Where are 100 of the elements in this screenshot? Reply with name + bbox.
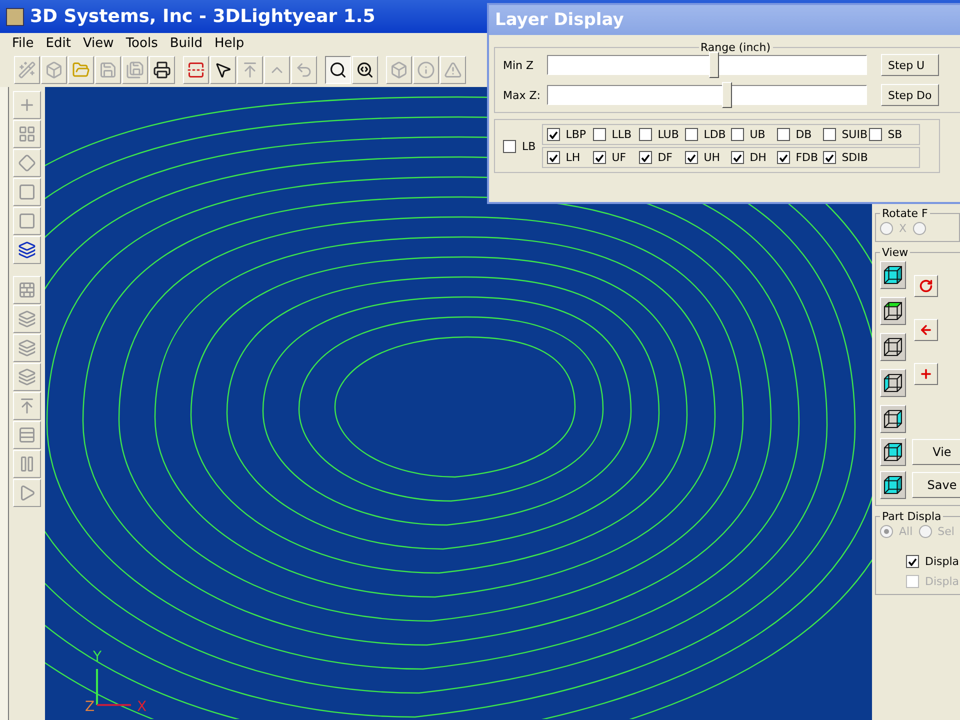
checkbox[interactable] [546, 151, 560, 164]
checkbox[interactable] [638, 151, 652, 164]
plus-icon [18, 96, 36, 114]
checkbox[interactable] [546, 128, 560, 141]
checkmark-icon [732, 154, 742, 162]
rows-icon [18, 426, 36, 444]
checkmark-icon [548, 130, 558, 138]
zoom-icon [329, 61, 347, 79]
layers-icon [18, 339, 36, 357]
checkbox[interactable] [822, 151, 836, 164]
view-button[interactable] [880, 369, 906, 397]
menu-item[interactable]: File [6, 36, 40, 50]
checkbox-label: FDB [796, 151, 818, 164]
checkbox[interactable] [638, 128, 652, 141]
group-label: Range (inch) [700, 41, 772, 54]
axis-drawing [96, 669, 131, 706]
checkbox[interactable] [730, 151, 744, 164]
wand-icon [18, 61, 36, 79]
cube-icon [884, 443, 902, 461]
flip-icon [187, 61, 205, 79]
menu-item[interactable]: Help [208, 36, 250, 50]
left-arrow-icon [919, 323, 933, 337]
checkbox[interactable] [592, 128, 606, 141]
slider-track[interactable] [547, 55, 867, 75]
checkbox-label: LH [566, 151, 580, 164]
radio-button[interactable] [912, 222, 926, 235]
slider-label: Max Z: [503, 88, 541, 102]
grid-icon [18, 125, 36, 143]
menu-item[interactable]: View [76, 36, 120, 50]
up-arrow-icon [241, 61, 259, 79]
radio-button[interactable] [880, 525, 893, 538]
cube-icon [884, 266, 902, 284]
checkbox-label: DB [796, 128, 812, 141]
checkbox[interactable] [684, 128, 698, 141]
checkbox-label: SUIB [842, 128, 868, 141]
toolbar-button[interactable] [325, 56, 351, 84]
slider-label: Min Z [503, 58, 535, 72]
group-label: View [881, 246, 910, 259]
checkmark-icon [686, 154, 696, 162]
menu-item[interactable]: Build [164, 36, 208, 50]
checkmark-icon [824, 154, 834, 162]
checkbox[interactable] [776, 151, 790, 164]
checkbox-label: DH [750, 151, 766, 164]
step-button[interactable]: Step U [881, 54, 939, 76]
layers-icon [18, 310, 36, 328]
step-button[interactable]: Step Do [881, 84, 939, 106]
info-icon [417, 61, 435, 79]
checkbox-label: LLB [612, 128, 632, 141]
checkbox[interactable] [868, 128, 882, 141]
checkmark-icon [640, 154, 650, 162]
checkbox-label: UF [612, 151, 626, 164]
app-icon [6, 8, 24, 26]
checkmark-icon [594, 154, 604, 162]
cube-icon [884, 476, 902, 494]
checkbox-label: UH [704, 151, 720, 164]
checkbox[interactable] [592, 151, 606, 164]
checkbox-label: LBP [566, 128, 586, 141]
radio-button[interactable] [918, 525, 932, 538]
slider-thumb[interactable] [722, 82, 732, 108]
axis-label: X [137, 699, 147, 715]
checkbox-label: Displa [925, 575, 960, 588]
push-button[interactable]: Save [912, 472, 960, 498]
square-icon [18, 183, 36, 201]
checkbox[interactable] [503, 140, 516, 152]
push-button[interactable]: Vie [912, 439, 960, 465]
pause-icon [18, 455, 36, 473]
radio-button[interactable] [880, 222, 893, 235]
plus-icon [919, 367, 933, 381]
cube-icon [884, 410, 902, 428]
square-icon [18, 212, 36, 230]
checkbox-label: DF [658, 151, 672, 164]
group-label: Rotate F [881, 207, 929, 220]
window-title: 3D Systems, Inc - 3DLightyear 1.5 [30, 6, 376, 27]
view-button[interactable] [880, 333, 906, 361]
menu-item[interactable]: Edit [40, 36, 77, 50]
open-folder-icon [72, 61, 90, 79]
group-label: Part Displa [881, 510, 942, 523]
checkbox[interactable] [684, 151, 698, 164]
checkbox[interactable] [822, 128, 836, 141]
view-button[interactable] [880, 438, 906, 466]
checkbox[interactable] [730, 128, 744, 141]
pointer-icon [214, 61, 232, 79]
save-all-icon [126, 61, 144, 79]
slider-thumb[interactable] [709, 52, 720, 78]
checkbox-label: SDIB [842, 151, 868, 164]
checkbox-label: SB [888, 128, 902, 141]
view-button[interactable] [880, 471, 906, 499]
wireframe-cube-icon [45, 61, 63, 79]
view-button[interactable] [880, 297, 906, 325]
checkbox[interactable] [776, 128, 790, 141]
checkbox[interactable] [906, 555, 919, 568]
view-button[interactable] [880, 405, 906, 433]
view-button[interactable] [880, 261, 906, 289]
axis-label: Z [85, 699, 95, 715]
checkmark-icon [778, 154, 788, 162]
radio-label: All [899, 525, 913, 538]
menu-item[interactable]: Tools [120, 36, 164, 50]
slider-track[interactable] [547, 85, 867, 105]
cube-icon [884, 338, 902, 356]
checkbox-label: UB [750, 128, 766, 141]
